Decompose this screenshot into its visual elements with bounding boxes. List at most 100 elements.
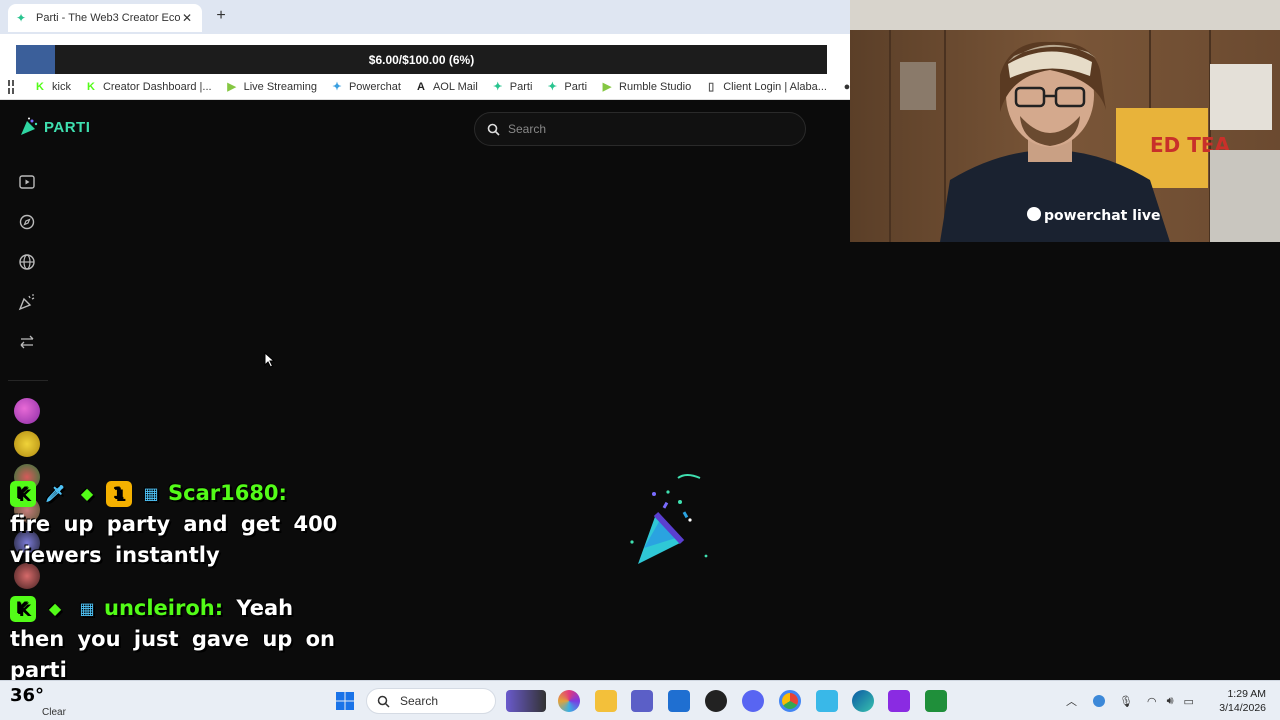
screen: ✦ Parti - The Web3 Creator Econo ✕ + $6.… [0, 0, 1280, 720]
bookmark-label: Parti [564, 80, 588, 93]
bookmark-item[interactable]: ▶ Rumble Studio [601, 81, 691, 93]
parti-favicon-icon: ✦ [16, 11, 27, 25]
chat-username: uncleiroh: [104, 596, 224, 620]
bookmark-item[interactable]: Kkick [34, 81, 71, 93]
chat-badges: K ◆ ▦ [10, 596, 100, 622]
bookmark-item[interactable]: ✦ Powerchat [331, 81, 401, 93]
store-icon[interactable] [668, 690, 690, 712]
explore-compass-icon[interactable] [17, 212, 37, 232]
parti-icon: ✦ [547, 80, 558, 93]
browser-tab-strip: ✦ Parti - The Web3 Creator Econo ✕ + [0, 0, 850, 34]
chat-message: K 🗡︎ ◆ 1 ▦ Scar1680: fire up party and get 40… [10, 478, 340, 571]
kick-icon: K [36, 80, 44, 93]
close-tab-icon[interactable]: ✕ [180, 11, 194, 25]
bookmark-item[interactable]: ▯ Client Login | Alaba... [705, 81, 827, 93]
chat-badge-icon: ◆ [80, 484, 94, 503]
onedrive-icon[interactable] [1093, 695, 1105, 707]
windows-start-icon[interactable] [334, 690, 356, 712]
chat-badge-icon: ▦ [79, 599, 95, 618]
parti-logo-text: PARTI [44, 118, 91, 136]
file-explorer-icon[interactable] [595, 690, 617, 712]
chat-badge-icon: ◆ [48, 599, 62, 618]
chat-text: fire up party and get 400 viewers instan… [10, 512, 338, 567]
search-placeholder: Search [508, 122, 547, 136]
microphone-icon[interactable]: 🎙︎ [1119, 695, 1133, 708]
teams-icon[interactable] [631, 690, 653, 712]
bookmark-label: Client Login | Alaba... [723, 80, 827, 93]
chevron-up-icon[interactable]: ︿ [1066, 693, 1077, 709]
bookmark-item[interactable]: ●Login [841, 81, 850, 93]
bookmark-item[interactable]: ▶ Live Streaming [226, 81, 317, 93]
bookmark-item[interactable]: A AOL Mail [415, 81, 478, 93]
party-popper-icon[interactable] [17, 292, 37, 312]
copilot-icon[interactable] [558, 690, 580, 712]
apps-grid-icon[interactable] [8, 79, 14, 94]
new-tab-button[interactable]: + [212, 7, 230, 25]
discord-icon[interactable] [742, 690, 764, 712]
chat-badge-icon: K [10, 596, 36, 622]
weather-description: Clear [42, 707, 66, 718]
sidebar-divider [8, 380, 48, 381]
wifi-icon[interactable]: ◠ [1147, 695, 1157, 708]
globe-icon[interactable] [17, 252, 37, 272]
bookmark-label: AOL Mail [432, 80, 478, 93]
bookmark-item[interactable]: ✦ Parti [492, 80, 533, 93]
channel-avatar[interactable] [14, 431, 40, 457]
stream-chat-overlay: K 🗡︎ ◆ 1 ▦ Scar1680: fire up party and get 40… [10, 478, 340, 708]
parti-icon: ✦ [493, 80, 503, 93]
powerchat-icon: ✦ [332, 80, 342, 93]
document-icon: ▯ [708, 80, 715, 93]
bookmark-label: Live Streaming [243, 80, 317, 93]
parti-search-input[interactable]: Search [474, 112, 806, 146]
bookmark-label: Parti [509, 80, 533, 93]
chat-username: Scar1680: [168, 481, 287, 505]
edge-icon[interactable] [852, 690, 874, 712]
chat-badge-icon: ▦ [143, 484, 159, 503]
app-icon[interactable] [888, 690, 910, 712]
taskbar-clock[interactable]: 1:29 AM 3/14/2026 [1219, 687, 1266, 715]
bookmark-label: kick [52, 80, 71, 93]
browser-tab-parti[interactable]: ✦ Parti - The Web3 Creator Econo ✕ [8, 4, 202, 32]
chat-message: K ◆ ▦ uncleiroh: Yeah then you just gave up… [10, 593, 340, 686]
clock-date: 3/14/2026 [1219, 702, 1266, 714]
chat-badge-icon: 1 [106, 481, 132, 507]
taskbar-search-label: Search [400, 694, 439, 708]
parti-logo[interactable]: PARTI [18, 116, 90, 138]
chat-badges: K 🗡︎ ◆ 1 ▦ [10, 481, 164, 507]
clock-time: 1:29 AM [1227, 688, 1266, 700]
search-highlights-icon[interactable] [506, 690, 546, 712]
rumble-icon: ▶ [602, 80, 612, 93]
aol-icon: A [416, 80, 425, 93]
loading-party-popper-icon [630, 474, 708, 564]
mouse-cursor-icon [264, 352, 276, 368]
windows-taskbar: 36° Clear Search ︿ 🎙︎ ◠ 🔊︎ ▭ 1:29 AM 3/1… [0, 680, 1280, 720]
donation-goal-label: $6.00/$100.00 (6%) [368, 53, 475, 67]
donation-goal-bar: $6.00/$100.00 (6%) [16, 45, 827, 75]
search-icon [487, 123, 500, 136]
bookmark-label: Rumble Studio [619, 80, 692, 93]
chrome-icon[interactable] [779, 690, 801, 712]
weather-widget[interactable]: 36° Clear [10, 685, 70, 718]
battery-icon[interactable]: ▭ [1184, 695, 1194, 708]
bookmark-label: Powerchat [348, 80, 401, 93]
live-video-icon[interactable] [17, 172, 37, 192]
bookmarks-bar: Kkick K Creator Dashboard |... ▶ Live Stream… [0, 74, 850, 100]
taskbar-search-input[interactable]: Search [366, 688, 496, 714]
system-tray: ︿ 🎙︎ ◠ 🔊︎ ▭ [1066, 681, 1194, 720]
channel-avatar[interactable] [14, 398, 40, 424]
app-icon[interactable] [816, 690, 838, 712]
chat-badge-icon: 🗡︎ [44, 484, 66, 503]
bookmark-item[interactable]: ✦ Parti [546, 81, 587, 93]
kick-icon: K [86, 80, 95, 93]
bookmark-item[interactable]: K Creator Dashboard |... [85, 81, 212, 93]
parti-logo-icon [21, 117, 38, 135]
chat-badge-icon: K [10, 481, 36, 507]
login-icon: ● [843, 80, 850, 93]
app-icon[interactable] [705, 690, 727, 712]
rumble-icon: ▶ [227, 80, 236, 93]
shirt-text: powerchat live [1044, 208, 1160, 224]
swap-arrows-icon[interactable] [17, 332, 37, 352]
app-icon[interactable] [925, 690, 947, 712]
donation-goal-fill [16, 45, 55, 75]
volume-icon[interactable]: 🔊︎ [1167, 695, 1174, 708]
